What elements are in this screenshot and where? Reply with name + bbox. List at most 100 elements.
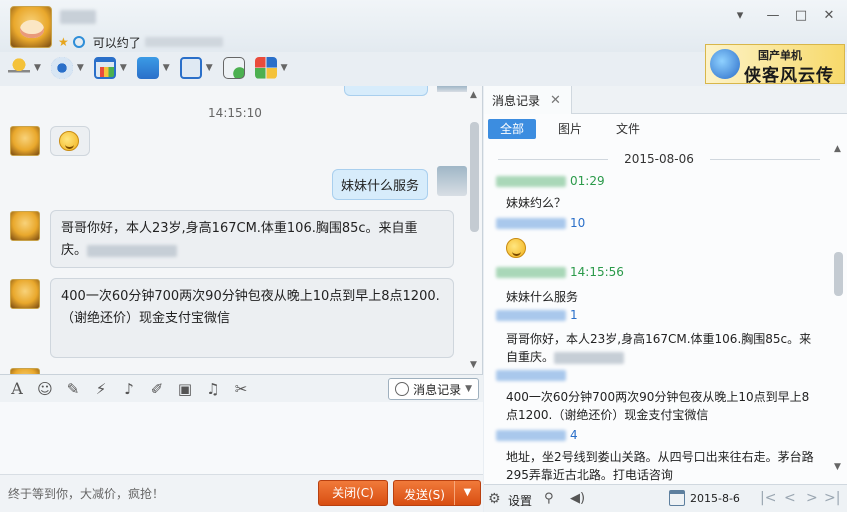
game-ad-banner[interactable]: 国产单机 侠客风云传 xyxy=(705,44,845,86)
clock-icon xyxy=(395,382,410,396)
received-message-bubble[interactable]: 400一次60分钟700两次90分钟包夜从晚上10点到早上8点1200.（谢绝还… xyxy=(50,278,454,358)
history-message: 哥哥你好，本人23岁,身高167CM.体重106.胸围85c。来自重庆。 xyxy=(506,330,816,366)
bottom-bar: 终于等到你，大减价，疯抢！ 关闭(C) 发送(S) ▼ xyxy=(0,474,483,512)
voice-call-button[interactable]: ▼ xyxy=(4,54,45,82)
remote-desktop-button[interactable]: ▼ xyxy=(176,54,217,82)
dropdown-menu-icon[interactable]: ▾ xyxy=(731,8,749,24)
shake-icon[interactable]: ⚡ xyxy=(92,380,110,398)
image-icon[interactable]: ▣ xyxy=(176,380,194,398)
filter-all[interactable]: 全部 xyxy=(488,119,537,139)
filter-files[interactable]: 文件 xyxy=(604,119,652,139)
emoji-icon[interactable]: ☺ xyxy=(36,380,54,398)
sender-name-redacted xyxy=(496,218,566,229)
chat-scrollbar[interactable] xyxy=(470,122,479,232)
calendar-icon[interactable] xyxy=(669,490,685,506)
contact-avatar-small[interactable] xyxy=(10,211,40,241)
doodle-icon[interactable]: ✐ xyxy=(148,380,166,398)
sender-name-redacted xyxy=(496,176,566,187)
chevron-down-icon[interactable]: ▼ xyxy=(206,63,213,73)
microphone-icon xyxy=(8,57,30,79)
chevron-down-icon[interactable]: ▼ xyxy=(120,63,127,73)
contact-name-redacted[interactable] xyxy=(60,10,96,24)
close-window-button[interactable]: ✕ xyxy=(820,8,838,24)
chevron-down-icon[interactable]: ▼ xyxy=(77,63,84,73)
history-message: 400一次60分钟700两次90分钟包夜从晚上10点到早上8点1200.（谢绝还… xyxy=(506,390,810,422)
history-time: 4 xyxy=(570,428,578,442)
contact-avatar-small[interactable] xyxy=(10,279,40,309)
minimize-button[interactable]: — xyxy=(764,8,782,24)
send-options-caret[interactable]: ▼ xyxy=(454,481,480,505)
history-sender-line xyxy=(496,368,570,382)
emoji-message-bubble[interactable] xyxy=(50,126,90,156)
history-date-divider: 2015-08-06 xyxy=(484,152,834,166)
gear-icon[interactable]: ⚙ xyxy=(488,491,501,507)
search-icon[interactable]: ⚲ xyxy=(544,491,554,506)
filter-images[interactable]: 图片 xyxy=(546,119,594,139)
chevron-down-icon[interactable]: ▼ xyxy=(163,63,170,73)
history-sender-line: 10 xyxy=(496,216,585,230)
history-sender-line: 01:29 xyxy=(496,174,605,188)
received-message-bubble[interactable]: 哥哥你好，本人23岁,身高167CM.体重106.胸围85c。来自重庆。 xyxy=(50,210,454,268)
message-input[interactable] xyxy=(0,402,483,474)
previous-bubble-edge xyxy=(344,86,428,96)
contact-signature: 可以约了 xyxy=(92,35,141,50)
message-history-button[interactable]: 消息记录 ▼ xyxy=(388,378,479,400)
settings-label[interactable]: 设置 xyxy=(508,492,532,509)
new-discussion-button[interactable] xyxy=(219,54,249,82)
chevron-down-icon[interactable]: ▼ xyxy=(34,63,41,73)
chat-timestamp: 14:15:10 xyxy=(208,106,262,120)
history-time: 1 xyxy=(570,308,578,322)
magic-wand-icon[interactable]: ✎ xyxy=(64,380,82,398)
screenshot-scissors-icon[interactable]: ✂ xyxy=(232,380,250,398)
history-sender-line: 4 xyxy=(496,428,578,442)
star-icon: ★ xyxy=(58,35,69,49)
chat-messages-panel[interactable]: 14:15:10 妹妹什么服务 哥哥你好，本人23岁,身高167CM.体重106… xyxy=(0,86,483,374)
apps-grid-icon xyxy=(254,57,277,79)
history-scrollbar[interactable] xyxy=(834,252,843,296)
apps-button[interactable]: ▼ xyxy=(251,54,292,82)
history-date-field[interactable]: 2015-8-6 xyxy=(690,492,740,505)
chevron-down-icon[interactable]: ▼ xyxy=(281,63,288,73)
smile-emoji-icon xyxy=(506,238,526,258)
send-file-button[interactable]: ▼ xyxy=(133,54,174,82)
redacted-text xyxy=(554,351,625,364)
scroll-up-arrow[interactable]: ▲ xyxy=(834,144,841,154)
previous-page-icon[interactable]: < xyxy=(784,490,796,506)
voice-message-icon[interactable]: ♪ xyxy=(120,380,138,398)
send-label: 发送(S) xyxy=(404,488,445,502)
sent-message-bubble[interactable]: 妹妹什么服务 xyxy=(332,169,429,200)
contact-avatar[interactable] xyxy=(10,6,52,48)
scroll-up-arrow[interactable]: ▲ xyxy=(470,90,477,100)
close-button[interactable]: 关闭(C) xyxy=(318,480,388,506)
contact-avatar-small[interactable] xyxy=(10,126,40,156)
webcam-icon xyxy=(50,57,73,79)
sender-name-redacted xyxy=(496,267,566,278)
send-button[interactable]: 发送(S) ▼ xyxy=(393,480,481,506)
music-icon[interactable]: ♫ xyxy=(204,380,222,398)
message-history-label: 消息记录 xyxy=(413,382,462,397)
scroll-down-arrow[interactable]: ▼ xyxy=(834,462,841,472)
chat-add-icon xyxy=(222,57,245,79)
ad-tip-link[interactable]: 终于等到你，大减价，疯抢！ xyxy=(8,485,164,502)
history-message: 妹妹约么？ xyxy=(506,196,567,210)
font-icon[interactable]: A xyxy=(8,379,26,398)
close-icon[interactable]: ✕ xyxy=(550,93,561,108)
last-page-icon[interactable]: >| xyxy=(824,490,840,506)
tab-message-history[interactable]: 消息记录 ✕ xyxy=(484,86,572,114)
next-page-icon[interactable]: > xyxy=(806,490,818,506)
smile-emoji-icon xyxy=(59,131,79,151)
history-bottom-bar: ⚙ 设置 ⚲ ◀) 2015-8-6 |< < > >| xyxy=(484,484,847,512)
tab-label: 消息记录 xyxy=(492,93,541,108)
sender-name-redacted xyxy=(496,370,566,381)
status-row: ★ 可以约了 xyxy=(58,34,223,50)
history-time: 01:29 xyxy=(570,174,605,188)
scroll-down-arrow[interactable]: ▼ xyxy=(470,360,477,370)
history-message: 妹妹什么服务 xyxy=(506,290,579,304)
first-page-icon[interactable]: |< xyxy=(760,490,776,506)
self-avatar[interactable] xyxy=(437,166,467,196)
maximize-button[interactable]: □ xyxy=(792,8,810,24)
speaker-icon[interactable]: ◀) xyxy=(570,491,585,506)
screen-share-button[interactable]: ▼ xyxy=(90,54,131,82)
folder-arrow-icon xyxy=(136,57,159,79)
video-call-button[interactable]: ▼ xyxy=(47,54,88,82)
